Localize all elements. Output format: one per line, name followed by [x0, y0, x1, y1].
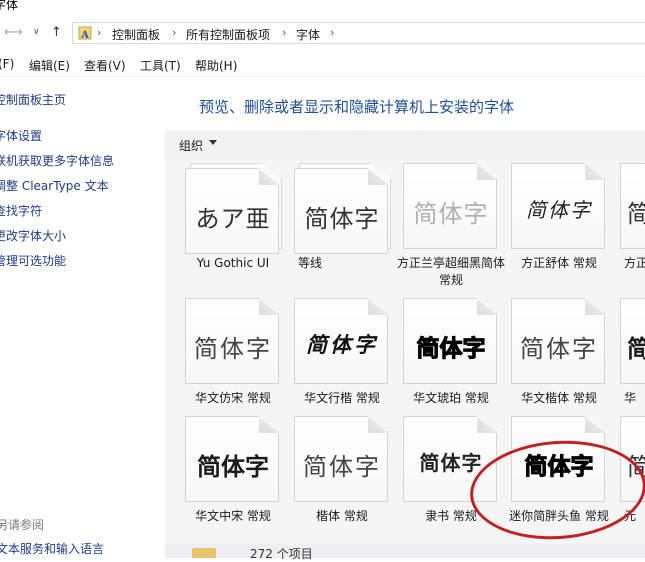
see-also-label: 另请参阅 — [0, 518, 45, 532]
link-get-font-info[interactable]: 联机获取更多字体信息 — [0, 152, 114, 169]
status-item-count: 272 个项目 — [250, 547, 313, 561]
page-fold-corner — [585, 164, 605, 180]
font-name-label: 华文琥珀 常规 — [413, 391, 489, 405]
page-fold-corner — [368, 299, 388, 315]
link-change-font-size[interactable]: 更改字体大小 — [0, 227, 66, 244]
menu-view[interactable]: 查看(V) — [84, 57, 126, 74]
font-file-icon: 简体字 — [403, 163, 497, 249]
font-sample-text: 简体字 — [197, 453, 269, 481]
page-fold-corner — [259, 299, 279, 315]
window-title-bar — [0, 0, 645, 16]
font-file-icon: 简 — [620, 298, 645, 384]
font-name-label: 方正 — [624, 256, 645, 270]
font-sample-text: 简体字 — [526, 198, 592, 222]
breadcrumb-control-panel[interactable]: 控制面板 — [112, 26, 160, 43]
page-heading: 预览、删除或者显示和隐藏计算机上安装的字体 — [199, 98, 515, 116]
font-name-label: 方正兰亭超细黑简体 常规 — [397, 256, 506, 287]
font-sample-text: 简 — [627, 335, 645, 363]
breadcrumb-separator-icon[interactable]: › — [97, 26, 101, 39]
chevron-down-icon[interactable] — [209, 140, 217, 145]
font-sample-text: 简体字 — [303, 453, 381, 481]
font-file-icon: 简 — [620, 163, 645, 249]
menu-file[interactable]: (F) — [0, 57, 14, 71]
font-file-icon: 简体字 — [185, 416, 279, 502]
recent-locations-chevron-icon[interactable]: ∨ — [33, 27, 40, 37]
link-text-services[interactable]: 文本服务和输入语言 — [0, 540, 104, 557]
breadcrumb-fonts[interactable]: 字体 — [296, 26, 320, 43]
page-fold-corner — [477, 417, 497, 433]
font-file-icon: 简体字 — [511, 163, 605, 249]
menu-help[interactable]: 帮助(H) — [195, 57, 237, 74]
link-control-panel-home[interactable]: 控制面板主页 — [0, 91, 66, 108]
link-manage-optional-features[interactable]: 管理可选功能 — [0, 252, 66, 269]
font-file-icon: 简体字 — [185, 298, 279, 384]
font-name-label: Yu Gothic UI — [196, 256, 270, 270]
breadcrumb-all-items[interactable]: 所有控制面板项 — [186, 26, 270, 43]
font-name-label: 华文行楷 常规 — [304, 391, 380, 405]
menu-edit[interactable]: 编辑(E) — [29, 57, 70, 74]
font-file-icon: 简体字 — [294, 168, 388, 254]
font-file-icon: あア亜 — [185, 168, 279, 254]
link-find-character[interactable]: 查找字符 — [0, 202, 42, 219]
breadcrumb-separator-icon[interactable]: › — [282, 26, 286, 39]
link-adjust-cleartype[interactable]: 调整 ClearType 文本 — [0, 177, 109, 194]
font-name-label: 等线 — [298, 256, 323, 270]
status-bar — [165, 544, 645, 558]
font-name-label: 楷体 常规 — [316, 509, 368, 523]
organize-button[interactable]: 组织 — [179, 137, 203, 154]
font-name-label: 华文仿宋 常规 — [195, 391, 271, 405]
font-file-icon: 简体字 — [511, 298, 605, 384]
page-fold-corner — [368, 417, 388, 433]
window-title: 字体 — [0, 0, 19, 12]
forward-arrow-icon[interactable]: → — [12, 25, 23, 40]
font-file-icon: 简体字 — [294, 298, 388, 384]
font-sample-text: 简体字 — [520, 335, 598, 363]
font-name-label: 方正舒体 常规 — [521, 256, 597, 270]
menu-tools[interactable]: 工具(T) — [140, 57, 181, 74]
font-sample-text: 简体字 — [416, 336, 486, 363]
font-name-label: 华文楷体 常规 — [521, 391, 597, 405]
svg-text:A: A — [80, 30, 89, 40]
command-toolbar — [165, 130, 645, 160]
up-arrow-icon[interactable]: ↑ — [51, 25, 62, 40]
breadcrumb-separator-icon[interactable]: › — [172, 26, 176, 39]
font-sample-text: あア亜 — [195, 205, 271, 233]
font-file-icon: 简体字 — [403, 298, 497, 384]
page-fold-corner — [259, 417, 279, 433]
folder-icon — [192, 548, 216, 558]
page-fold-corner — [477, 164, 497, 180]
font-sample-text: 简体字 — [194, 335, 272, 363]
font-sample-text: 简体字 — [306, 332, 378, 357]
font-sample-text: 简体字 — [304, 205, 380, 233]
page-fold-corner — [585, 299, 605, 315]
breadcrumb-separator-icon[interactable]: › — [330, 26, 334, 39]
menu-divider — [0, 76, 645, 77]
font-sample-text: 简体字 — [413, 200, 489, 228]
fonts-folder-icon: A — [78, 26, 92, 40]
page-fold-corner — [585, 417, 605, 433]
font-sample-text: 简 — [627, 200, 645, 228]
font-name-label: 华文中宋 常规 — [195, 509, 271, 523]
font-name-label: 华 — [624, 391, 637, 405]
page-fold-corner — [477, 299, 497, 315]
link-font-settings[interactable]: 字体设置 — [0, 127, 42, 144]
font-file-icon: 简体字 — [294, 416, 388, 502]
